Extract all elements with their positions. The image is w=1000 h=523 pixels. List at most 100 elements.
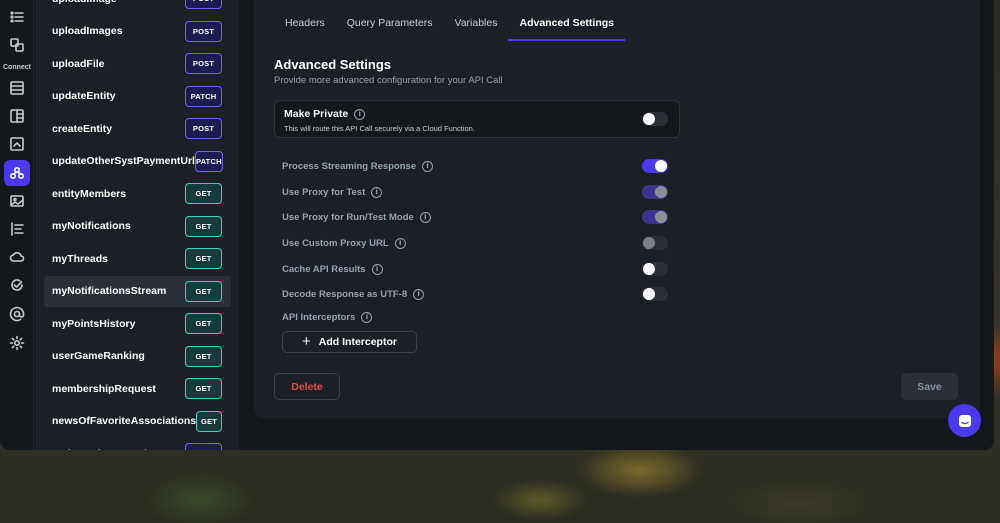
- toggle-knob: [643, 237, 655, 249]
- api-name: uploadImage: [52, 0, 117, 5]
- api-list-item[interactable]: entityUpdateFavorite POST: [44, 438, 231, 450]
- info-icon[interactable]: i: [422, 160, 434, 172]
- api-list-item[interactable]: myNotifications GET: [44, 211, 231, 242]
- gear-icon[interactable]: [4, 330, 30, 356]
- add-interceptor-label: Add Interceptor: [318, 336, 397, 348]
- chat-icon: [958, 414, 971, 427]
- toggle-knob: [643, 288, 655, 300]
- info-icon[interactable]: i: [413, 288, 425, 300]
- setting-row: Use Custom Proxy URL i: [282, 236, 406, 250]
- api-icon[interactable]: [4, 160, 30, 186]
- delete-button[interactable]: Delete: [274, 373, 340, 400]
- api-name: myPointsHistory: [52, 317, 136, 330]
- info-icon[interactable]: i: [394, 237, 406, 249]
- tab-advanced-settings[interactable]: Advanced Settings: [508, 10, 625, 41]
- api-name: myNotifications: [52, 220, 131, 232]
- setting-toggle[interactable]: [642, 185, 668, 199]
- method-badge: PATCH: [185, 85, 222, 107]
- api-name: uploadFile: [52, 57, 105, 70]
- chat-support-button[interactable]: [948, 404, 981, 437]
- info-icon[interactable]: i: [361, 311, 373, 323]
- method-badge: PATCH: [194, 150, 223, 172]
- make-private-toggle[interactable]: [642, 112, 668, 126]
- toggle-knob: [655, 211, 667, 223]
- setting-toggle[interactable]: [642, 159, 668, 173]
- tab-headers[interactable]: Headers: [274, 10, 336, 41]
- cloud-icon[interactable]: [4, 244, 30, 270]
- tab-variables[interactable]: Variables: [443, 10, 508, 41]
- image-icon[interactable]: [4, 188, 30, 214]
- setting-label: Use Custom Proxy URL: [282, 237, 389, 249]
- setting-label: Use Proxy for Run/Test Mode: [282, 211, 414, 223]
- media-icon[interactable]: [4, 131, 30, 157]
- setting-row: Use Proxy for Test i: [282, 185, 383, 199]
- make-private-box: Make Private i This will route this API …: [274, 100, 680, 138]
- tab-query-parameters[interactable]: Query Parameters: [336, 10, 444, 41]
- list-icon[interactable]: [4, 4, 30, 30]
- table-icon[interactable]: [4, 75, 30, 101]
- split-view-icon[interactable]: [4, 103, 30, 129]
- at-icon[interactable]: [4, 301, 30, 327]
- save-button[interactable]: Save: [901, 373, 958, 400]
- api-list-item[interactable]: uploadImage POST: [44, 0, 231, 14]
- section-title: Advanced Settings: [274, 57, 392, 72]
- api-list-item[interactable]: uploadImages POST: [44, 16, 231, 47]
- layout-icon[interactable]: [4, 32, 30, 58]
- api-list-item[interactable]: myThreads GET: [44, 243, 231, 274]
- api-list-item[interactable]: updateEntity PATCH: [44, 81, 231, 112]
- info-icon[interactable]: i: [354, 108, 366, 120]
- api-name: myNotificationsStream: [52, 285, 167, 297]
- api-list-item[interactable]: newsOfFavoriteAssociations GET: [44, 406, 231, 437]
- list-scrollbar[interactable]: [231, 0, 239, 450]
- api-interceptors-label: API Interceptors: [282, 311, 356, 323]
- plus-icon: +: [302, 332, 311, 350]
- setting-label: Use Proxy for Test: [282, 186, 366, 198]
- setting-row: Cache API Results i: [282, 262, 383, 276]
- api-name: updateEntity: [52, 90, 116, 102]
- api-name: entityMembers: [52, 187, 127, 200]
- api-list-item[interactable]: uploadFile POST: [44, 48, 231, 79]
- setting-row: Decode Response as UTF-8 i: [282, 287, 425, 301]
- setting-toggle[interactable]: [642, 287, 668, 301]
- method-badge: POST: [185, 53, 222, 74]
- method-badge: POST: [185, 0, 222, 9]
- section-subtitle: Provide more advanced configuration for …: [274, 75, 503, 86]
- rail-section-label: Connect: [3, 64, 31, 71]
- api-config-card: Headers Query Parameters Variables Advanced…: [254, 0, 980, 418]
- method-badge: GET: [185, 345, 222, 367]
- toggle-knob: [643, 263, 655, 275]
- api-list-item[interactable]: updateOtherSystPaymentUrl PATCH: [44, 146, 231, 177]
- info-icon[interactable]: i: [419, 211, 431, 223]
- method-badge: GET: [185, 280, 222, 302]
- api-list-item[interactable]: createEntity POST: [44, 113, 231, 144]
- api-list-item[interactable]: userGameRanking GET: [44, 341, 231, 372]
- api-name: uploadImages: [52, 25, 123, 37]
- method-badge: GET: [185, 313, 222, 334]
- api-list-item[interactable]: membershipRequest GET: [44, 373, 231, 404]
- api-list-item[interactable]: myPointsHistory GET: [44, 308, 231, 339]
- make-private-title: Make Private i: [284, 108, 366, 120]
- add-interceptor-button[interactable]: + Add Interceptor: [282, 331, 417, 353]
- toggle-knob: [655, 186, 667, 198]
- api-name: userGameRanking: [52, 350, 145, 362]
- setting-toggle[interactable]: [642, 236, 668, 250]
- method-badge: POST: [185, 20, 222, 42]
- method-badge: GET: [185, 183, 222, 204]
- setting-label: Process Streaming Response: [282, 160, 417, 172]
- make-private-description: This will route this API Call securely v…: [284, 124, 475, 133]
- method-badge: GET: [185, 378, 222, 399]
- api-name: createEntity: [52, 122, 113, 135]
- api-list-item[interactable]: entityMembers GET: [44, 178, 231, 209]
- info-icon[interactable]: i: [371, 263, 383, 275]
- api-name: membershipRequest: [52, 382, 156, 395]
- check-add-icon[interactable]: [4, 272, 30, 298]
- api-list-item[interactable]: myNotificationsStream GET: [44, 275, 231, 307]
- info-icon[interactable]: i: [371, 186, 383, 198]
- setting-toggle[interactable]: [642, 210, 668, 224]
- method-badge: GET: [185, 248, 222, 269]
- setting-toggle[interactable]: [642, 262, 668, 276]
- list-align-icon[interactable]: [4, 216, 30, 242]
- api-interceptors-row: API Interceptors i: [282, 310, 373, 324]
- main-panel: Headers Query Parameters Variables Advanced…: [239, 0, 994, 450]
- config-tabs: Headers Query Parameters Variables Advanced…: [274, 10, 625, 42]
